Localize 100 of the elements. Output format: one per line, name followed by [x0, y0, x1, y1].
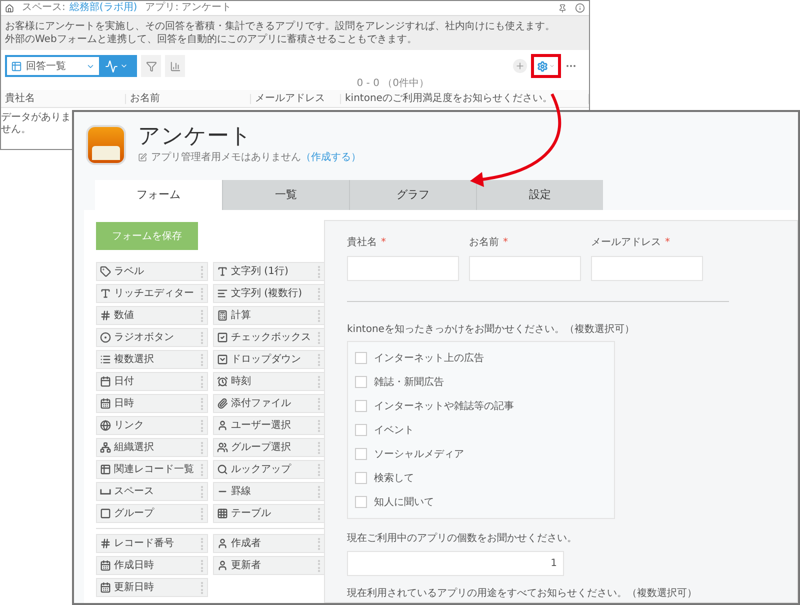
column-header: kintoneのご利用満足度をお知らせください。: [341, 94, 589, 104]
field-palette-label: 複数選択: [114, 354, 154, 364]
add-button[interactable]: [513, 59, 527, 73]
field-palette-item[interactable]: リンク: [96, 416, 208, 435]
pin-icon[interactable]: [558, 4, 567, 12]
calendar-icon: [100, 560, 111, 571]
view-select[interactable]: 回答一覧: [5, 55, 101, 77]
field-palette-item[interactable]: ドロップダウン: [213, 350, 325, 369]
field-palette-item[interactable]: スペース: [96, 482, 208, 501]
drag-handle-icon: [318, 288, 321, 300]
field-palette-item[interactable]: 数値: [96, 306, 208, 325]
alarm-clock-icon: [217, 376, 228, 387]
breadcrumb-label: アプリ: アンケート: [145, 3, 232, 13]
text-input-field[interactable]: [469, 256, 581, 281]
field-palette-item[interactable]: 文字列 (1行): [213, 262, 325, 281]
checkbox-label: インターネットや雑誌等の記事: [374, 400, 514, 414]
drag-handle-icon: [201, 538, 204, 550]
field-palette-label: ユーザー選択: [231, 420, 291, 430]
checkbox[interactable]: [355, 472, 367, 484]
tag-icon: [100, 266, 111, 277]
text-input-field[interactable]: [347, 256, 459, 281]
settings-button[interactable]: [537, 60, 555, 72]
drag-handle-icon: [318, 354, 321, 366]
text-icon: [217, 266, 228, 277]
chart-button[interactable]: [165, 55, 185, 77]
drag-handle-icon: [201, 398, 204, 410]
record-list-icon: [100, 464, 111, 475]
field-palette-item[interactable]: 罫線: [213, 482, 325, 501]
number-icon: [100, 310, 111, 321]
checkbox-label: インターネット上の広告: [374, 352, 484, 366]
field-palette-item[interactable]: 作成日時: [96, 556, 208, 575]
field-palette-item[interactable]: ラベル: [96, 262, 208, 281]
graph-button[interactable]: [101, 55, 137, 77]
field-palette-label: スペース: [114, 486, 154, 496]
field-palette-label: 文字列 (1行): [231, 266, 288, 276]
memo-icon: [138, 152, 147, 162]
filter-button[interactable]: [141, 55, 161, 77]
drag-handle-icon: [201, 560, 204, 572]
field-palette-item[interactable]: 日付: [96, 372, 208, 391]
field-palette-label: 関連レコード一覧: [114, 464, 194, 474]
checkbox[interactable]: [355, 400, 367, 412]
required-mark: *: [503, 236, 508, 250]
field-palette-label: ラジオボタン: [114, 332, 174, 342]
column-header: 貴社名: [1, 94, 126, 104]
field-palette-item[interactable]: リッチエディター: [96, 284, 208, 303]
field-palette-item[interactable]: 日時: [96, 394, 208, 413]
checkbox[interactable]: [355, 496, 367, 508]
drag-handle-icon: [201, 266, 204, 278]
lines-icon: [217, 288, 228, 299]
field-palette-label: 添付ファイル: [231, 398, 291, 408]
field-palette-item[interactable]: 時刻: [213, 372, 325, 391]
field-palette-item[interactable]: 組織選択: [96, 438, 208, 457]
field-palette-item[interactable]: レコード番号: [96, 534, 208, 553]
field-palette-item[interactable]: 文字列 (複数行): [213, 284, 325, 303]
drag-handle-icon: [201, 420, 204, 432]
drag-handle-icon: [201, 508, 204, 520]
radio-icon: [100, 332, 111, 343]
field-palette-item[interactable]: 添付ファイル: [213, 394, 325, 413]
checkbox-label: 検索して: [374, 472, 414, 486]
field-palette-item[interactable]: ラジオボタン: [96, 328, 208, 347]
field-palette-item[interactable]: グループ: [96, 504, 208, 523]
home-icon[interactable]: [5, 4, 14, 12]
field-palette-item[interactable]: 複数選択: [96, 350, 208, 369]
drag-handle-icon: [201, 354, 204, 366]
field-palette-item[interactable]: 更新者: [213, 556, 325, 575]
checkbox[interactable]: [355, 448, 367, 460]
tab[interactable]: 一覧: [222, 180, 349, 210]
tab[interactable]: グラフ: [349, 180, 476, 210]
record-count: 0 - 0 （0件中）: [356, 79, 429, 89]
field-palette-item[interactable]: 関連レコード一覧: [96, 460, 208, 479]
checkbox[interactable]: [355, 424, 367, 436]
field-palette-item[interactable]: ルックアップ: [213, 460, 325, 479]
field-palette-item[interactable]: テーブル: [213, 504, 325, 523]
plus-icon: [515, 61, 525, 71]
field-palette-item[interactable]: チェックボックス: [213, 328, 325, 347]
text-input-field[interactable]: [591, 256, 703, 281]
checkbox[interactable]: [355, 376, 367, 388]
tab[interactable]: 設定: [476, 180, 603, 210]
user-icon: [217, 420, 228, 431]
field-palette-item[interactable]: ユーザー選択: [213, 416, 325, 435]
field-palette-label: リンク: [114, 420, 144, 430]
field-label: 現在利用されているアプリの用途をすべてお知らせください。（複数選択可）: [347, 586, 698, 601]
checkbox[interactable]: [355, 352, 367, 364]
field-palette-label: 更新日時: [114, 582, 154, 592]
tab[interactable]: フォーム: [95, 180, 222, 210]
field-palette-label: 計算: [231, 310, 251, 320]
wave-icon: [105, 60, 118, 72]
number-input-field[interactable]: 1: [347, 551, 564, 576]
field-palette-item[interactable]: グループ選択: [213, 438, 325, 457]
empty-message: データがありません。: [1, 112, 71, 136]
field-palette-item[interactable]: 作成者: [213, 534, 325, 553]
field-palette-item[interactable]: 計算: [213, 306, 325, 325]
checkbox-label: ソーシャルメディア: [374, 448, 464, 462]
field-palette-label: 作成者: [231, 538, 261, 548]
field-palette-label: 罫線: [231, 486, 251, 496]
settings-icon: [537, 60, 548, 72]
field-palette-item[interactable]: 更新日時: [96, 578, 208, 597]
dropdown-icon: [217, 354, 228, 365]
description-text: 外部のWebフォームと連携して、回答を自動的にこのアプリに蓄積させることもできます。: [5, 33, 418, 46]
info-icon[interactable]: [575, 3, 585, 13]
